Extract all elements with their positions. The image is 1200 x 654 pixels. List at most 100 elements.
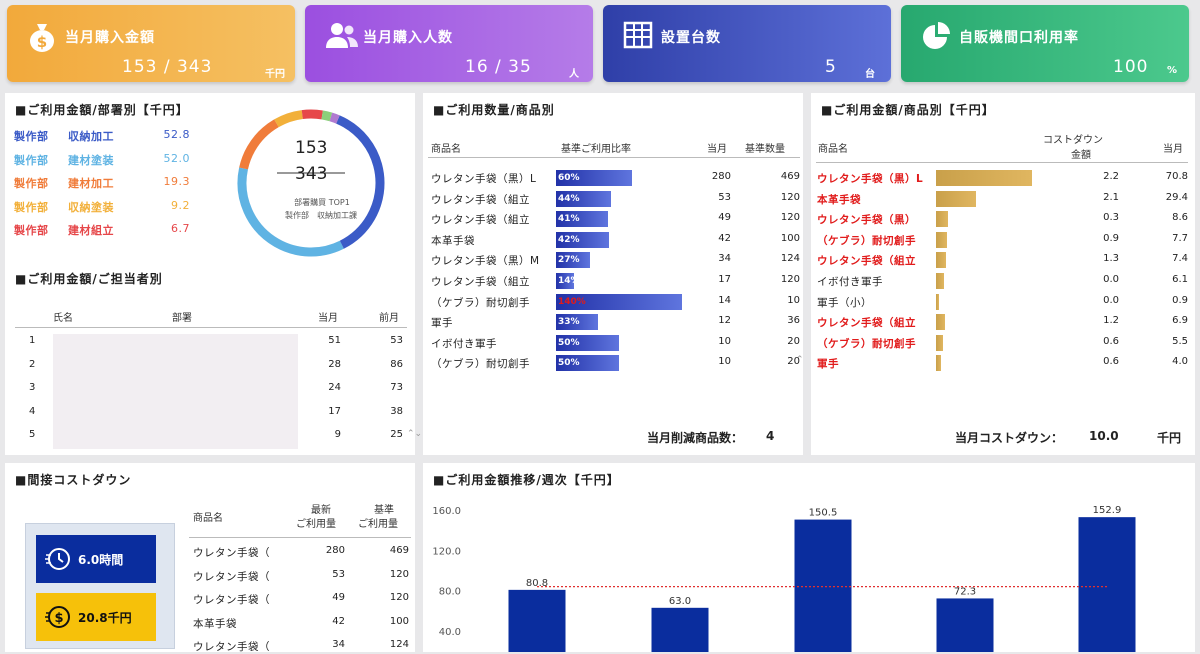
amount-bar [936, 231, 947, 248]
svg-text:$: $ [37, 33, 47, 51]
amount-row-name: 軍手（小） [817, 296, 872, 309]
amount-header-cost2: 金額 [1071, 150, 1091, 161]
bar-value-label: 72.3 [954, 586, 976, 597]
money-circle-icon: $ [45, 606, 70, 628]
weekly-bar [936, 598, 994, 652]
kpi-title: 設置台数 [661, 30, 721, 46]
qty-row-base: 36 [787, 315, 800, 327]
scroll-icon[interactable]: ⌃ [796, 355, 804, 365]
amount-row-cost: 0.9 [1103, 232, 1119, 244]
qty-ratio-label: 33% [558, 317, 580, 328]
indirect-row-base: 469 [389, 545, 409, 556]
building-icon [623, 21, 653, 49]
amount-header-cost: コストダウン [1043, 135, 1103, 146]
qty-row-cur: 12 [718, 315, 731, 327]
qty-header-ratio: 基準ご利用比率 [561, 144, 631, 155]
indirect-header-base2: ご利用量 [358, 519, 398, 530]
qty-row-cur: 14 [718, 294, 731, 306]
qty-row-name: イボ付き軍手 [431, 337, 497, 350]
kpi-card-install-count: 設置台数 5 台 [603, 5, 891, 82]
qty-header-cur: 当月 [707, 144, 727, 155]
qty-ratio-bar: 44% [556, 190, 612, 207]
qty-ratio-bar: 50% [556, 334, 619, 351]
clock-icon [45, 548, 70, 570]
amount-row-cur: 6.9 [1172, 315, 1188, 327]
y-tick-label: 40.0 [439, 627, 461, 638]
amount-row-cost: 0.0 [1103, 294, 1119, 306]
amount-row-name: （ケブラ）耐切創手 [817, 234, 916, 247]
amount-row-cost: 0.3 [1103, 212, 1119, 224]
amount-row-cur: 8.6 [1172, 212, 1188, 224]
dept-donut-chart [237, 109, 385, 257]
indirect-header-base: 基準 [374, 505, 394, 516]
indirect-title: ■間接コストダウン [15, 473, 132, 487]
dept-row-value: 6.7 [171, 222, 190, 235]
person-row-prev: 86 [390, 358, 403, 370]
amount-row-name: 軍手 [817, 358, 839, 371]
qty-ratio-label: 44% [558, 193, 580, 204]
qty-header-base: 基準数量 [745, 144, 785, 155]
amount-footer-value: 10.0 [1089, 429, 1119, 443]
time-saving-card: 6.0時間 [36, 535, 156, 583]
amount-row-cur: 29.4 [1165, 191, 1188, 203]
amount-footer-label: 当月コストダウン： [955, 431, 1064, 445]
qty-row-name: ウレタン手袋（組立 [431, 214, 530, 227]
dept-row-name: 建材組立 [68, 224, 114, 237]
qty-row-name: （ケブラ）耐切創手 [431, 296, 530, 309]
qty-row-base: 20 [787, 335, 800, 347]
indirect-row-latest: 42 [332, 615, 345, 627]
person-row-no: 3 [29, 382, 36, 393]
indirect-row-name: 本革手袋 [193, 617, 237, 630]
qty-row-base: 20 [787, 356, 800, 368]
indirect-row-name: ウレタン手袋（ [193, 570, 270, 583]
time-saving-value: 6.0時間 [78, 553, 124, 567]
qty-panel: ■ご利用数量/商品別 商品名 基準ご利用比率 当月 基準数量 ウレタン手袋（黒）… [423, 93, 804, 455]
indirect-row-latest: 49 [332, 592, 345, 603]
amount-row-cost: 1.2 [1103, 315, 1119, 327]
amount-bar [936, 190, 977, 207]
qty-ratio-bar: 140% [556, 293, 682, 310]
qty-row-name: ウレタン手袋（黒）M [431, 255, 540, 268]
weekly-panel: ■ご利用金額推移/週次【千円】 160.0 120.0 80.0 40.0 80.8 63… [423, 463, 1195, 652]
qty-header-name: 商品名 [431, 144, 461, 155]
person-header-dept: 部署 [172, 313, 192, 324]
qty-row-base: 124 [780, 253, 800, 265]
money-saving-value: 20.8千円 [78, 611, 132, 625]
qty-ratio-bar: 60% [556, 170, 632, 186]
scroll-icon[interactable]: ⌃⌄ [407, 429, 422, 439]
indirect-row-base: 124 [389, 639, 409, 650]
svg-text:$: $ [54, 611, 63, 626]
qty-footer-label: 当月削減商品数： [647, 431, 744, 445]
qty-row-base: 120 [780, 191, 800, 203]
pie-icon [923, 22, 950, 49]
qty-row-name: （ケブラ）耐切創手 [431, 358, 530, 371]
indirect-row-base: 100 [389, 615, 409, 627]
amount-title: ■ご利用金額/商品別【千円】 [821, 103, 995, 117]
qty-ratio-bar: 50% [556, 355, 619, 372]
person-row-cur: 17 [328, 405, 341, 417]
qty-ratio-bar: 14% [556, 273, 580, 289]
dept-panel: ■ご利用金額/部署別【千円】 製作部 収納加工 52.8 製作部 建材塗装 52.0 製作部… [5, 93, 422, 455]
person-header-prev: 前月 [379, 313, 399, 324]
qty-row-name: 軍手 [431, 317, 453, 330]
qty-row-base: 100 [780, 232, 800, 244]
person-row-cur: 24 [328, 382, 341, 393]
amount-row-name: 本革手袋 [817, 193, 861, 206]
qty-row-name: ウレタン手袋（黒）L [431, 173, 537, 185]
kpi-value: 5 [825, 57, 837, 77]
amount-row-cur: 0.9 [1172, 294, 1188, 306]
dept-row-value: 9.2 [171, 198, 190, 212]
donut-bottom-value: 343 [295, 164, 328, 184]
amount-bar [936, 252, 947, 269]
amount-bar [936, 355, 942, 372]
dept-row-name: 収納塗装 [68, 200, 114, 214]
weekly-bar [794, 519, 852, 652]
amount-row-cur: 5.5 [1172, 335, 1188, 347]
qty-footer-value: 4 [766, 429, 775, 443]
indirect-row-base: 120 [389, 592, 409, 603]
amount-row-name: ウレタン手袋（黒）L [817, 173, 924, 185]
kpi-card-purchase-people: 当月購入人数 16 / 35 人 [305, 5, 593, 82]
amount-row-name: ウレタン手袋（組立 [817, 317, 916, 330]
qty-ratio-label: 50% [558, 337, 580, 348]
amount-panel: ■ご利用金額/商品別【千円】 商品名 コストダウン 金額 当月 ウレタン手袋（黒… [811, 93, 1195, 455]
